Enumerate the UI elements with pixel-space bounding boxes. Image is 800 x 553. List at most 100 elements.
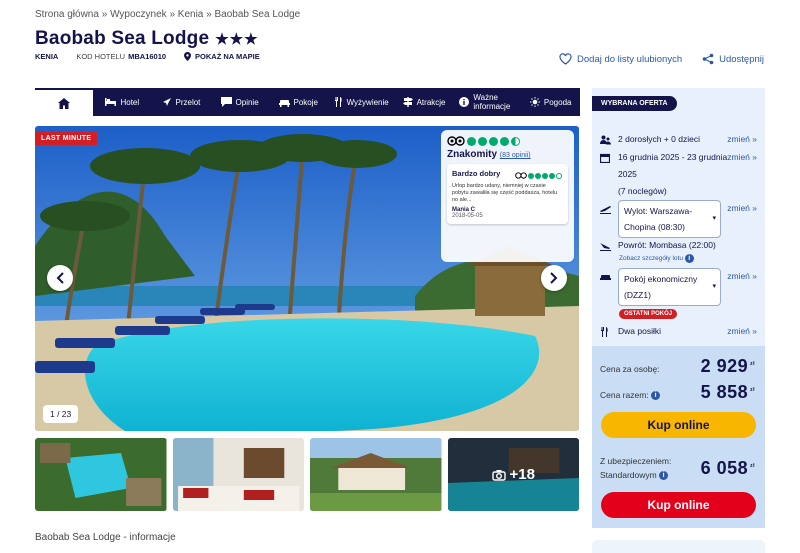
offer-people: 2 dorosłych + 0 dzieci (618, 134, 700, 144)
tab-important-info[interactable]: Ważne informacje (453, 88, 521, 116)
hotel-name: Baobab Sea Lodge (35, 28, 210, 49)
cutlery-icon (334, 97, 342, 107)
rating-dot (489, 136, 498, 146)
calendar-icon (599, 149, 618, 200)
next-photo-button[interactable] (541, 265, 567, 291)
cutlery-icon (600, 323, 618, 343)
selected-offer-badge: WYBRANA OFERTA (592, 96, 677, 111)
departure-select[interactable]: Wylot: Warszawa-Chopina (08:30) ▾ (618, 200, 721, 238)
room-value: Pokój ekonomiczny (DZZ1) (624, 274, 698, 300)
change-departure-link[interactable]: zmień » (727, 200, 757, 238)
tab-meals[interactable]: Wyżywienie (328, 88, 395, 116)
offer-nights: (7 noclegów) (618, 186, 667, 196)
review-date: 2018-05-05 (452, 213, 483, 219)
thumbnail[interactable] (172, 438, 304, 511)
review-card[interactable]: Bardzo dobry Urlop bardzo udany, niemnie… (447, 164, 568, 224)
camera-icon (491, 469, 506, 481)
heart-icon (559, 53, 572, 65)
tripadvisor-owl-icon (447, 136, 465, 146)
offer-meals: Dwa posiłki (618, 326, 661, 336)
tab-reviews-label: Opinie (235, 97, 259, 107)
offer-departure-row: Wylot: Warszawa-Chopina (08:30) ▾ zmień » (600, 200, 757, 238)
tab-attractions[interactable]: Atrakcje (395, 88, 454, 116)
change-dates-link[interactable]: zmień » (727, 149, 757, 200)
hotel-meta: KENIA KOD HOTELU MBA16010 POKAŻ NA MAPIE (35, 52, 260, 61)
tripadvisor-widget[interactable]: Znakomity (83 opinii) Bardzo dobry Urlop… (441, 130, 574, 262)
tab-flight[interactable]: Przelot (152, 88, 211, 116)
more-photos-overlay[interactable]: +18 (447, 438, 579, 511)
thumbnail[interactable] (35, 438, 167, 511)
add-favorite-label: Dodaj do listy ulubionych (577, 53, 683, 65)
price-total-row: Cena razem: i 5 858 zł (600, 382, 755, 403)
hotel-code-label: KOD HOTELU (76, 52, 126, 61)
tripadvisor-owl-icon (515, 172, 527, 179)
buy-online-insured-button[interactable]: Kup online (601, 492, 756, 518)
tab-important-info-label: Ważne informacje (473, 93, 511, 111)
tab-weather[interactable]: Pogoda (521, 88, 580, 116)
departure-value: Wylot: Warszawa-Chopina (08:30) (624, 206, 693, 232)
offer-sidebar: WYBRANA OFERTA 2 dorosłych + 0 dzieci zm… (592, 88, 765, 528)
change-people-link[interactable]: zmień » (727, 131, 757, 151)
thumbnail[interactable] (310, 438, 442, 511)
rating-dot (542, 172, 548, 179)
buy-online-button[interactable]: Kup online (601, 412, 756, 438)
offer-people-row: 2 dorosłych + 0 dzieci zmień » (600, 131, 757, 151)
tab-flight-label: Przelot (175, 97, 201, 107)
map-pin-icon (184, 52, 192, 61)
change-room-link[interactable]: zmień » (727, 268, 757, 306)
sun-icon (529, 97, 540, 107)
flight-details-label: Zobacz szczegóły lotu (619, 255, 683, 263)
sidebar-next-card (592, 540, 765, 553)
room-icon (600, 268, 618, 306)
hotel-country: KENIA (35, 52, 59, 61)
thumbnail-more[interactable]: +18 (447, 438, 579, 511)
review-rating-dots (515, 172, 562, 179)
tab-reviews[interactable]: Opinie (210, 88, 269, 116)
flight-details-link[interactable]: Zobacz szczegóły lotu i (619, 254, 694, 263)
room-select[interactable]: Pokój ekonomiczny (DZZ1) ▾ (618, 268, 721, 306)
price-insured-row: Z ubezpieczeniem: Standardowym i 6 058 zł (600, 454, 755, 482)
tab-rooms-label: Pokoje (293, 97, 318, 107)
tab-attractions-label: Atrakcje (416, 97, 446, 107)
plane-departure-icon (600, 200, 618, 238)
breadcrumb-kenia[interactable]: Kenia (178, 9, 204, 20)
breadcrumb-wypoczynek[interactable]: Wypoczynek (110, 9, 167, 20)
people-icon (600, 131, 618, 151)
thumbnail-aerial-pool (35, 438, 167, 511)
thumbnail-bungalows (310, 438, 442, 511)
currency: zł (750, 462, 755, 469)
prev-photo-button[interactable] (47, 265, 73, 291)
change-meals-link[interactable]: zmień » (727, 323, 757, 343)
thumbnail-room (172, 438, 304, 511)
rating-dot (500, 136, 509, 146)
tab-home[interactable] (35, 88, 93, 116)
price-total: 5 858 (700, 382, 749, 402)
signpost-icon (402, 97, 413, 107)
plane-icon (162, 98, 171, 106)
share-label: Udostępnij (719, 53, 764, 65)
tab-hotel[interactable]: Hotel (93, 88, 152, 116)
add-favorite-button[interactable]: Dodaj do listy ulubionych (559, 53, 682, 65)
offer-dates: 16 grudnia 2025 - 23 grudnia 2025 (618, 152, 728, 179)
plane-arrival-icon (600, 237, 618, 257)
offer-meals-row: Dwa posiłki zmień » (600, 323, 757, 343)
info-icon[interactable]: i (651, 391, 661, 401)
tab-rooms[interactable]: Pokoje (269, 88, 328, 116)
chevron-left-icon (56, 272, 64, 284)
review-title: Bardzo dobry (452, 169, 501, 178)
price-per-person-row: Cena za osobę: 2 929 zł (600, 356, 755, 377)
rating-dot (549, 172, 555, 179)
rating-summary: Znakomity (83 opinii) (447, 149, 568, 160)
info-icon[interactable]: i (659, 471, 669, 481)
share-button[interactable]: Udostępnij (702, 53, 764, 65)
reviews-count-link[interactable]: (83 opinii) (500, 152, 531, 159)
tab-meals-label: Wyżywienie (346, 97, 389, 107)
page-title: Baobab Sea Lodge ★★★ (35, 28, 259, 50)
main-photo[interactable]: LAST MINUTE 1 / 23 Znakomity (83 opinii)… (35, 126, 579, 431)
breadcrumb-home[interactable]: Strona główna (35, 9, 99, 20)
price-box: Cena za osobę: 2 929 zł Cena razem: i 5 8… (592, 346, 765, 528)
more-photos-count: +18 (509, 466, 535, 483)
share-icon (702, 53, 714, 65)
breadcrumb-current: Baobab Sea Lodge (214, 9, 301, 20)
show-map-link[interactable]: POKAŻ NA MAPIE (184, 52, 260, 61)
